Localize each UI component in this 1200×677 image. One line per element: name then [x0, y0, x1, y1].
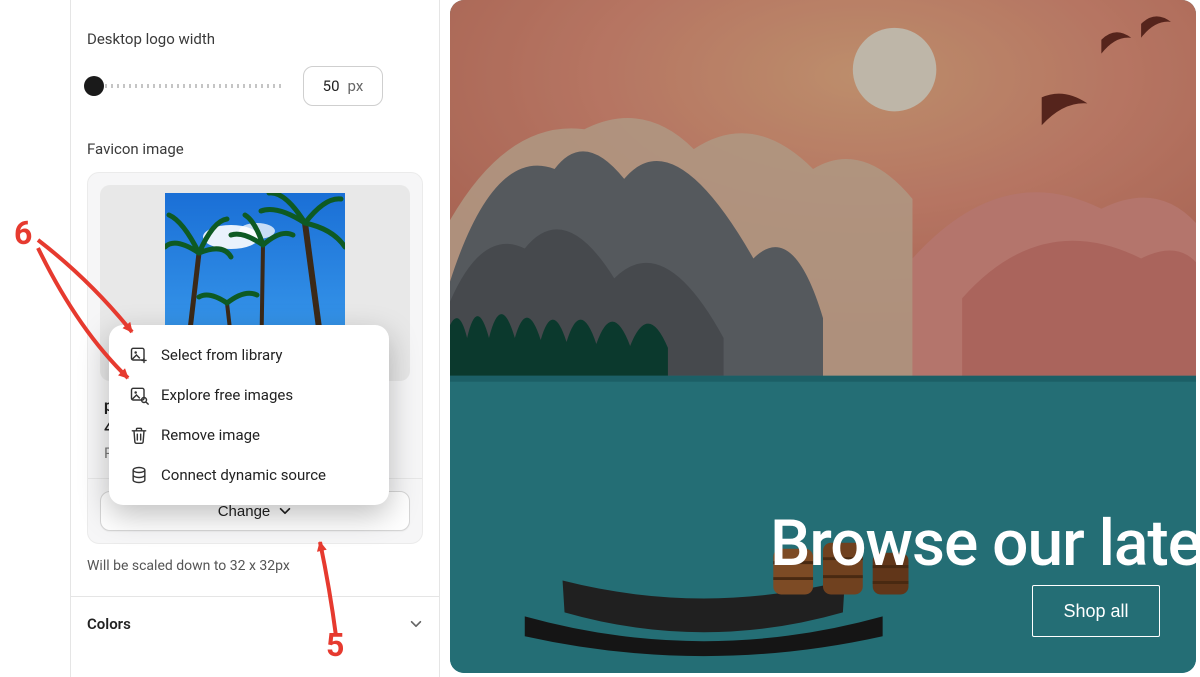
image-search-icon — [129, 385, 149, 405]
colors-label: Colors — [87, 615, 131, 633]
chevron-down-icon — [409, 617, 423, 631]
shop-all-label: Shop all — [1063, 601, 1128, 622]
menu-item-label: Select from library — [161, 346, 283, 364]
colors-section[interactable]: Colors — [71, 596, 439, 633]
slider-thumb[interactable] — [84, 76, 104, 96]
menu-item-label: Connect dynamic source — [161, 466, 326, 484]
menu-item-label: Explore free images — [161, 386, 293, 404]
chevron-down-icon — [278, 504, 292, 518]
favicon-helper-text: Will be scaled down to 32 x 32px — [87, 558, 423, 574]
logo-width-value: 50 — [323, 77, 340, 95]
menu-item-label: Remove image — [161, 426, 260, 444]
menu-item-connect-dynamic-source[interactable]: Connect dynamic source — [115, 455, 383, 495]
trash-icon — [129, 425, 149, 445]
change-button-label: Change — [218, 503, 271, 520]
logo-width-input[interactable]: 50 px — [303, 66, 383, 106]
logo-width-slider[interactable] — [87, 77, 285, 95]
image-plus-icon — [129, 345, 149, 365]
hero-heading: Browse our late — [770, 506, 1196, 581]
shop-all-button[interactable]: Shop all — [1032, 585, 1160, 637]
menu-item-remove-image[interactable]: Remove image — [115, 415, 383, 455]
annotation-number-6: 6 — [14, 214, 32, 252]
favicon-section-label: Favicon image — [87, 140, 423, 158]
change-image-popover: Select from library Explore free images … — [109, 325, 389, 505]
logo-width-unit: px — [348, 77, 364, 95]
theme-preview: Browse our late Shop all — [450, 0, 1196, 673]
database-icon — [129, 465, 149, 485]
logo-width-label: Desktop logo width — [87, 30, 423, 48]
menu-item-explore-free-images[interactable]: Explore free images — [115, 375, 383, 415]
menu-item-select-from-library[interactable]: Select from library — [115, 335, 383, 375]
